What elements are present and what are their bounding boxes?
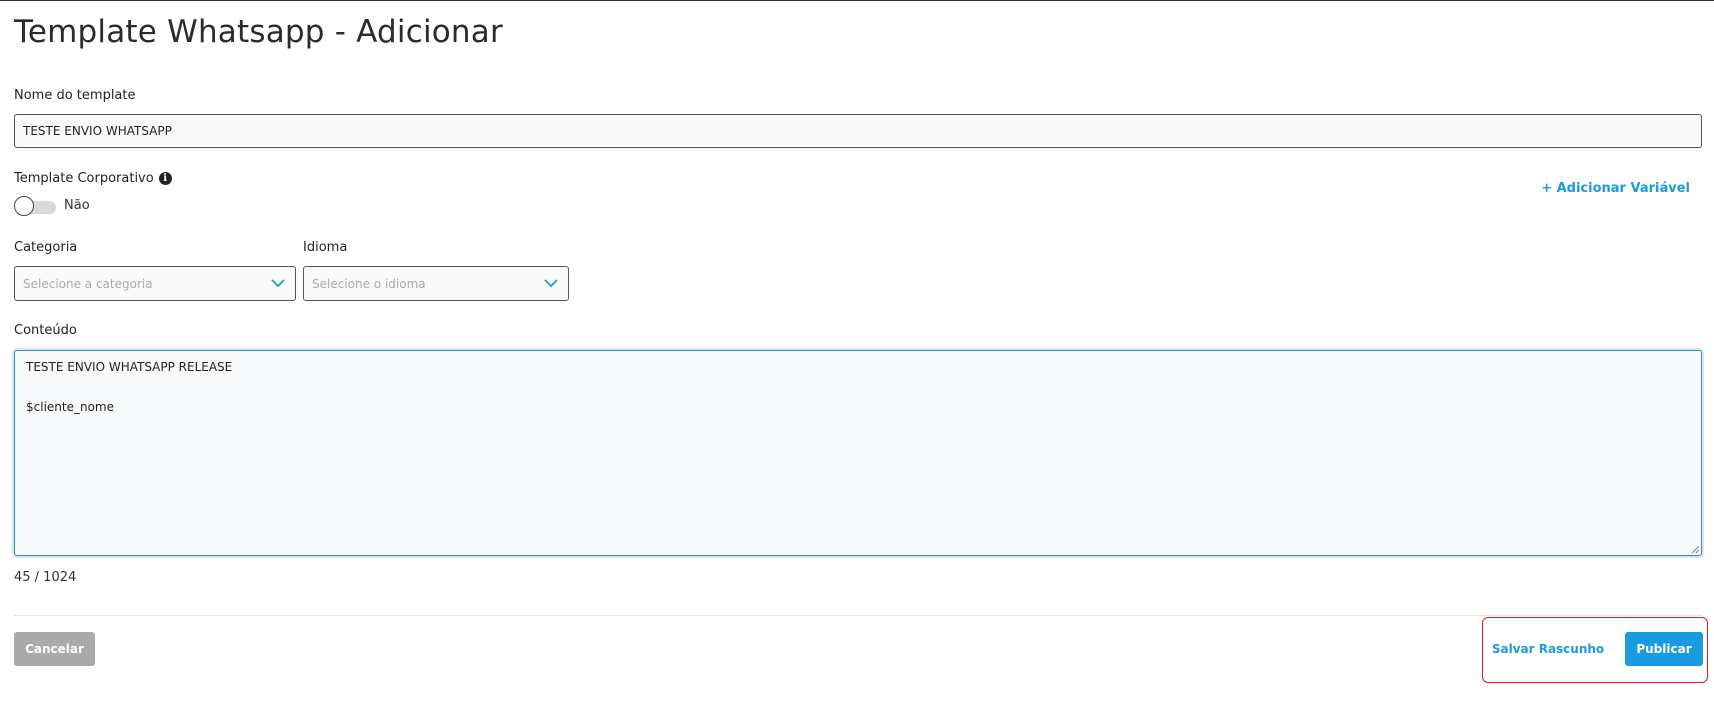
category-select[interactable]: Selecione a categoria xyxy=(14,266,296,301)
content-textarea[interactable]: TESTE ENVIO WHATSAPP RELEASE $cliente_no… xyxy=(14,350,1702,556)
category-label: Categoria xyxy=(14,240,78,255)
corporate-template-label-group: Template Corporativo i xyxy=(14,171,172,186)
chevron-down-icon xyxy=(271,279,285,288)
content-label: Conteúdo xyxy=(14,323,77,338)
language-select[interactable]: Selecione o idioma xyxy=(303,266,569,301)
template-add-page: Template Whatsapp - Adicionar Nome do te… xyxy=(0,0,1714,711)
info-icon[interactable]: i xyxy=(158,172,172,185)
language-label: Idioma xyxy=(303,240,348,255)
corporate-template-state: Não xyxy=(64,198,90,213)
corporate-template-label: Template Corporativo xyxy=(14,171,154,186)
language-placeholder: Selecione o idioma xyxy=(312,276,426,291)
resize-handle-icon[interactable] xyxy=(1690,544,1700,554)
character-counter: 45 / 1024 xyxy=(14,570,77,585)
chevron-down-icon xyxy=(544,279,558,288)
add-variable-link[interactable]: + Adicionar Variável xyxy=(1541,181,1690,196)
template-name-input[interactable] xyxy=(14,114,1702,148)
toggle-knob xyxy=(14,196,34,216)
divider xyxy=(14,615,1702,616)
publish-button[interactable]: Publicar xyxy=(1625,632,1703,666)
page-title: Template Whatsapp - Adicionar xyxy=(14,14,503,50)
category-placeholder: Selecione a categoria xyxy=(23,276,153,291)
corporate-template-toggle[interactable] xyxy=(14,196,58,218)
template-name-label: Nome do template xyxy=(14,88,136,103)
save-draft-button[interactable]: Salvar Rascunho xyxy=(1491,632,1605,666)
top-border xyxy=(0,0,1714,1)
cancel-button[interactable]: Cancelar xyxy=(14,632,95,666)
